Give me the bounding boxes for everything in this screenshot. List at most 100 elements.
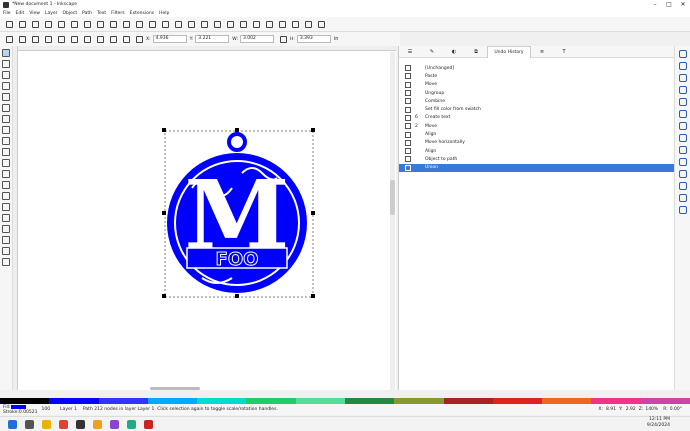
lock-ratio-icon[interactable] [279,35,287,43]
paste-icon[interactable] [136,20,143,28]
history-row[interactable]: Set fill color from swatch [399,105,674,113]
app2-icon[interactable] [110,419,119,429]
task-view-icon[interactable] [25,419,34,429]
open-icon[interactable] [19,20,26,28]
snap-nodes-icon[interactable] [679,74,687,82]
snap-toggle-icon[interactable] [679,50,687,58]
star-tool-icon[interactable] [2,104,10,112]
raise-icon[interactable] [110,35,117,43]
document-properties-icon[interactable] [318,20,325,28]
history-row[interactable]: 2 Move [399,122,674,130]
clone-icon[interactable] [201,20,208,28]
snap-grid-icon[interactable] [679,194,687,202]
snap-midpoint-icon[interactable] [679,134,687,142]
pencil-tool-icon[interactable] [2,126,10,134]
snap-rotation-icon[interactable] [679,158,687,166]
tab-text[interactable]: T [553,46,575,58]
selector-tool-icon[interactable] [2,49,10,57]
horizontal-scroll-thumb[interactable] [150,387,200,390]
raise-to-top-icon[interactable] [97,35,104,43]
handle-top-left[interactable] [162,128,166,132]
h-input[interactable]: 3.393 [296,35,331,43]
select-all-layers-icon[interactable] [19,35,26,43]
snap-paths-icon[interactable] [679,86,687,94]
horizontal-ruler[interactable] [13,46,396,51]
history-row[interactable]: Object to path [399,155,674,163]
preferences-icon[interactable] [305,20,312,28]
history-row[interactable]: Paste [399,72,674,80]
rectangle-tool-icon[interactable] [2,82,10,90]
inkscape-icon[interactable] [76,419,85,429]
align-distribute-icon[interactable] [292,20,299,28]
node-tool-icon[interactable] [2,60,10,68]
opacity-field[interactable]: 100 [41,407,50,412]
history-row[interactable]: 6 Create text [399,114,674,122]
file-explorer-icon[interactable] [42,419,51,429]
menu-view[interactable]: View [29,11,40,16]
zoom-page-icon[interactable] [175,20,182,28]
eraser-tool-icon[interactable] [2,214,10,222]
ellipse-tool-icon[interactable] [2,93,10,101]
rotate-cw-icon[interactable] [58,35,65,43]
tab-objects[interactable]: ⧉ [465,46,487,58]
ungroup-icon[interactable] [227,20,234,28]
history-row[interactable]: Combine [399,97,674,105]
xml-editor-icon[interactable] [279,20,286,28]
dropper-tool-icon[interactable] [2,192,10,200]
menu-object[interactable]: Object [62,11,77,16]
save-icon[interactable] [32,20,39,28]
w-input[interactable]: 3.002 [239,35,274,43]
tab-layers[interactable]: ☰ [399,46,421,58]
deselect-icon[interactable] [32,35,39,43]
snap-center-icon[interactable] [679,146,687,154]
pages-tool-icon[interactable] [2,258,10,266]
fill-stroke-indicator[interactable]: Fill: Stroke: 0.00521 [3,405,37,415]
fill-stroke-icon[interactable] [240,20,247,28]
history-row[interactable]: Move [399,81,674,89]
text-tool-icon[interactable] [2,159,10,167]
flip-horizontal-icon[interactable] [71,35,78,43]
calligraphy-tool-icon[interactable] [2,148,10,156]
vertical-scrollbar[interactable] [390,52,395,390]
flip-vertical-icon[interactable] [84,35,91,43]
new-document-icon[interactable] [6,20,13,28]
select-all-icon[interactable] [6,35,13,43]
handle-bottom-left[interactable] [162,294,166,298]
print-icon[interactable] [45,20,52,28]
connector-tool-icon[interactable] [2,225,10,233]
mesh-tool-icon[interactable] [2,181,10,189]
pen-tool-icon[interactable] [2,137,10,145]
spiral-tool-icon[interactable] [2,115,10,123]
layers-icon[interactable] [266,20,273,28]
group-icon[interactable] [214,20,221,28]
close-button[interactable]: ✕ [676,1,690,8]
gradient-tool-icon[interactable] [2,170,10,178]
handle-top-right[interactable] [311,128,315,132]
y-input[interactable]: 3.221 [195,35,230,43]
start-icon[interactable] [8,419,17,429]
minimize-button[interactable]: – [648,1,662,8]
menu-file[interactable]: File [3,11,11,16]
tweak-tool-icon[interactable] [2,71,10,79]
history-row[interactable]: [Unchanged] [399,64,674,72]
unit-select[interactable]: in [334,36,339,42]
copy-icon[interactable] [110,20,117,28]
monogram-ornament[interactable]: M FOO [162,128,317,300]
measure-tool-icon[interactable] [2,236,10,244]
snap-intersection-icon[interactable] [679,98,687,106]
layer-dropdown[interactable]: Layer 1 [60,407,77,412]
handle-top[interactable] [235,128,239,132]
maximize-button[interactable]: □ [662,1,676,8]
export-icon[interactable] [71,20,78,28]
menu-help[interactable]: Help [159,11,169,16]
tab-fill-stroke[interactable]: ✎ [421,46,443,58]
fill-swatch[interactable] [10,405,26,409]
vertical-scroll-thumb[interactable] [390,180,395,215]
history-row[interactable]: Align [399,130,674,138]
handle-bottom[interactable] [235,294,239,298]
snap-bbox-icon[interactable] [679,62,687,70]
app3-icon[interactable] [127,419,136,429]
history-row[interactable]: Align [399,147,674,155]
app-icon[interactable] [93,419,102,429]
zoom-field[interactable]: 140% [645,407,658,412]
